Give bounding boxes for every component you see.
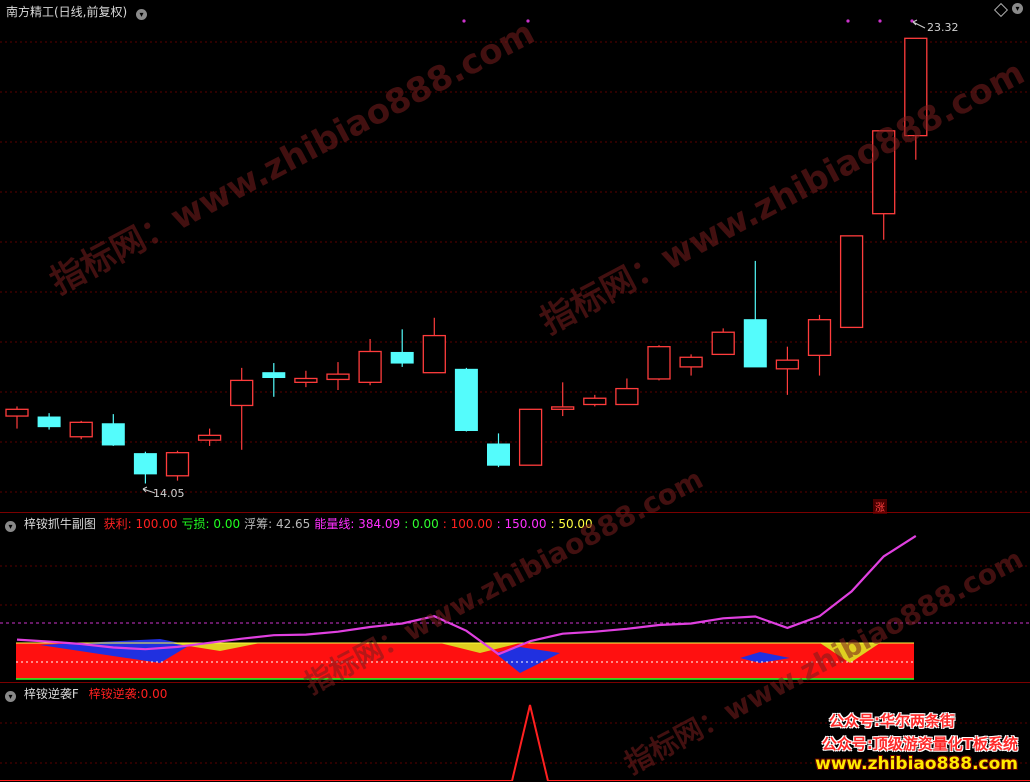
candle-body [743, 319, 767, 368]
indicator1-values: 获利: 100.00 亏损: 0.00 浮筹: 42.65 能量线: 384.09: … [104, 515, 597, 532]
indicator2-label: 梓铵逆袭 [88, 687, 137, 701]
candle-body [518, 408, 543, 466]
candle-body [615, 387, 639, 406]
promo-line-1: 公众号:华尔两条街 [829, 712, 955, 730]
chevron-down-icon-right[interactable]: ▾ [1012, 3, 1023, 14]
chevron-down-icon[interactable]: ▾ [136, 9, 148, 20]
indicator1-title-bar: ▾ 梓铵抓牛副图 获利: 100.00 亏损: 0.00 浮筹: 42.65 能量线:… [0, 515, 597, 533]
indicator1-item: : 150.00 [496, 517, 547, 531]
chevron-down-icon[interactable]: ▾ [5, 691, 16, 702]
marker-dot [846, 19, 850, 23]
candle-body [454, 368, 478, 432]
candle-body [487, 443, 510, 466]
indicator1-item: : 100.00 [442, 517, 493, 531]
indicator1-item: : 0.00 [404, 517, 439, 531]
indicator-panel-1: ▾ 梓铵抓牛副图 获利: 100.00 亏损: 0.00 浮筹: 42.65 能量线:… [0, 513, 1030, 682]
indicator2-title-bar: ▾ 梓铵逆袭F 梓铵逆袭: 0.00 [0, 685, 167, 703]
candle-body [37, 416, 61, 428]
candle-body [294, 377, 318, 383]
marker-dot [878, 19, 882, 23]
high-price-label: 23.32 [927, 21, 959, 34]
candle-body [647, 346, 671, 380]
candle-body [197, 434, 222, 441]
low-price-label: 14.05 [153, 487, 185, 500]
candle-body [711, 331, 735, 356]
chevron-down-icon[interactable]: ▾ [5, 521, 16, 532]
indicator2-title: 梓铵逆袭F [23, 687, 79, 701]
price-title: 南方精工(日线,前复权) [6, 5, 128, 19]
indicator2-value: 0.00 [140, 687, 168, 701]
candle-body [326, 373, 350, 381]
indicator1-item: 亏损: 0.00 [181, 517, 241, 531]
candle-body [69, 421, 93, 438]
promo-line-3: www.zhibiao888.com [815, 754, 1018, 774]
candle-body [262, 372, 286, 379]
candlestick-chart[interactable] [0, 0, 1030, 511]
candle-body [775, 359, 800, 370]
candle-body [422, 334, 446, 374]
candle-body [101, 423, 125, 446]
candle-body [390, 351, 414, 364]
indicator1-item: 能量线: 384.09 [314, 517, 401, 531]
indicator1-item: 浮筹: 42.65 [244, 517, 311, 531]
price-title-bar: 南方精工(日线,前复权) ▾ [0, 3, 151, 21]
candle-body [358, 350, 382, 383]
marker-dot [462, 19, 466, 23]
candle-body [165, 452, 190, 477]
indicator1-item: 获利: 100.00 [103, 517, 178, 531]
candle-body [807, 319, 832, 356]
candle-body [133, 453, 157, 475]
indicator-chart-1[interactable] [0, 513, 1030, 682]
candle-body [679, 356, 703, 368]
candle-body [230, 379, 254, 407]
candle-body [583, 397, 607, 406]
candle-body [5, 408, 29, 417]
high-arrow [912, 19, 926, 29]
indicator1-title: 梓铵抓牛副图 [23, 517, 96, 531]
candle-body [551, 406, 575, 410]
promo-line-2: 公众号:顶级游资量化T板系统 [821, 735, 1018, 753]
price-panel: 南方精工(日线,前复权) ▾ ▾ 23.32 14.05 涨 [0, 0, 1030, 514]
candle-body [839, 235, 864, 329]
